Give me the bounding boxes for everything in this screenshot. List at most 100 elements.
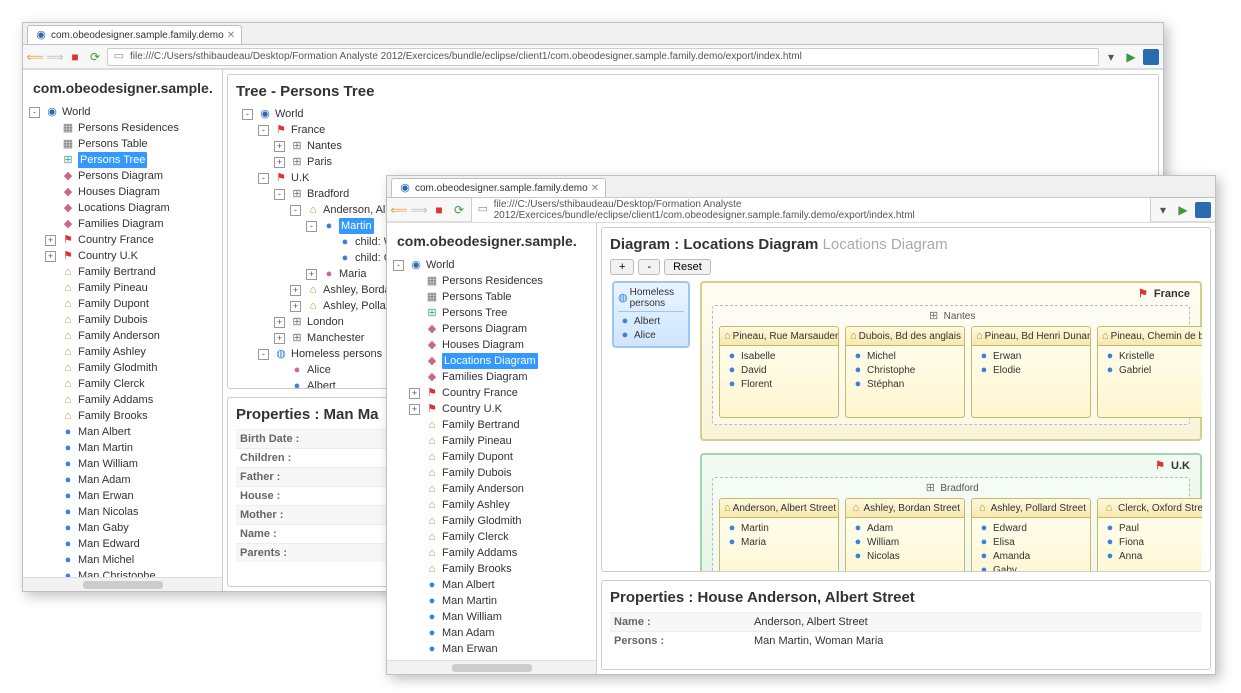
expand-icon[interactable]: + [306, 269, 317, 280]
zoom-in-button[interactable]: + [610, 259, 634, 275]
diagram-person[interactable]: Gaby [977, 563, 1085, 572]
url-dropdown-icon[interactable]: ▾ [1155, 202, 1171, 218]
diagram-person[interactable]: Paul [1103, 521, 1202, 535]
diagram-person[interactable]: Alice [618, 328, 684, 342]
tree-node-world[interactable]: -World [236, 106, 1150, 122]
sidebar-item-family-glodmith[interactable]: Family Glodmith [403, 513, 596, 529]
sidebar-item-houses-diagram[interactable]: Houses Diagram [403, 337, 596, 353]
diagram-house[interactable]: Dubois, Bd des anglaisMichelChristopheSt… [845, 326, 965, 418]
sidebar-item-man-adam[interactable]: Man Adam [403, 625, 596, 641]
forward-icon[interactable]: ⟹ [411, 202, 427, 218]
sidebar-item-man-nicolas[interactable]: Man Nicolas [39, 504, 222, 520]
expand-icon[interactable]: + [274, 333, 285, 344]
sidebar-item-country-uk[interactable]: +Country U.K [39, 248, 222, 264]
sidebar-item-family-dubois[interactable]: Family Dubois [39, 312, 222, 328]
sidebar-item-world[interactable]: -World [387, 257, 596, 273]
diagram-person[interactable]: Amanda [977, 549, 1085, 563]
sidebar-item-country-france[interactable]: +Country France [403, 385, 596, 401]
diagram-canvas[interactable]: Homeless persons AlbertAlice France Nant… [610, 281, 1202, 572]
sidebar-item-family-anderson[interactable]: Family Anderson [39, 328, 222, 344]
diagram-person[interactable]: Isabelle [725, 349, 833, 363]
expand-icon[interactable]: + [45, 251, 56, 262]
sidebar-item-persons-table[interactable]: Persons Table [403, 289, 596, 305]
diagram-person[interactable]: Nicolas [851, 549, 959, 563]
sidebar-item-persons-tree[interactable]: Persons Tree [39, 152, 222, 168]
back-icon[interactable]: ⟸ [391, 202, 407, 218]
sidebar-item-man-erwan[interactable]: Man Erwan [403, 641, 596, 657]
diagram-person[interactable]: Stéphan [851, 377, 959, 391]
sidebar-item-houses-diagram[interactable]: Houses Diagram [39, 184, 222, 200]
collapse-icon[interactable]: - [393, 260, 404, 271]
sidebar-item-family-addams[interactable]: Family Addams [403, 545, 596, 561]
sidebar-item-family-brooks[interactable]: Family Brooks [403, 561, 596, 577]
diagram-person[interactable]: Fiona [1103, 535, 1202, 549]
sidebar-item-family-pineau[interactable]: Family Pineau [403, 433, 596, 449]
diagram-person[interactable]: Christophe [851, 363, 959, 377]
expand-icon[interactable]: + [290, 285, 301, 296]
diagram-house[interactable]: Ashley, Bordan StreetAdamWilliamNicolas [845, 498, 965, 572]
sidebar-item-man-michel[interactable]: Man Michel [39, 552, 222, 568]
sidebar-item-family-bertrand[interactable]: Family Bertrand [39, 264, 222, 280]
sidebar-item-family-pineau[interactable]: Family Pineau [39, 280, 222, 296]
diagram-person[interactable]: Edward [977, 521, 1085, 535]
close-icon[interactable]: ✕ [227, 30, 235, 41]
diagram-city-bradford[interactable]: Bradford Anderson, Albert StreetMartinMa… [712, 477, 1190, 572]
sidebar-item-man-albert[interactable]: Man Albert [39, 424, 222, 440]
sidebar-item-family-clerck[interactable]: Family Clerck [403, 529, 596, 545]
expand-icon[interactable]: + [274, 157, 285, 168]
sidebar-item-family-clerck[interactable]: Family Clerck [39, 376, 222, 392]
sidebar-item-man-william[interactable]: Man William [39, 456, 222, 472]
expand-icon[interactable]: + [274, 141, 285, 152]
diagram-person[interactable]: Anna [1103, 549, 1202, 563]
expand-icon[interactable]: + [290, 301, 301, 312]
collapse-icon[interactable]: - [29, 107, 40, 118]
collapse-icon[interactable]: - [258, 173, 269, 184]
diagram-person[interactable]: Kristelle [1103, 349, 1202, 363]
sidebar-item-man-erwan[interactable]: Man Erwan [39, 488, 222, 504]
scrollbar[interactable] [387, 660, 596, 674]
expand-icon[interactable]: + [45, 235, 56, 246]
collapse-icon[interactable]: - [290, 205, 301, 216]
reset-button[interactable]: Reset [664, 259, 711, 275]
refresh-icon[interactable]: ⟳ [451, 202, 467, 218]
tree-node-paris[interactable]: +Paris [268, 154, 1150, 170]
diagram-house[interactable]: Pineau, Rue MarsauderiesIsabelleDavidFlo… [719, 326, 839, 418]
diagram-homeless-group[interactable]: Homeless persons AlbertAlice [612, 281, 690, 348]
diagram-person[interactable]: Albert [618, 314, 684, 328]
sidebar-item-persons-diagram[interactable]: Persons Diagram [39, 168, 222, 184]
sidebar-item-world[interactable]: -World [23, 104, 222, 120]
sidebar-item-country-france[interactable]: +Country France [39, 232, 222, 248]
sidebar-item-families-diagram[interactable]: Families Diagram [403, 369, 596, 385]
sidebar-item-persons-tree[interactable]: Persons Tree [403, 305, 596, 321]
refresh-icon[interactable]: ⟳ [87, 49, 103, 65]
go-icon[interactable]: ▶ [1175, 202, 1191, 218]
diagram-person[interactable]: Gabriel [1103, 363, 1202, 377]
sidebar-item-locations-diagram[interactable]: Locations Diagram [39, 200, 222, 216]
expand-icon[interactable]: + [409, 388, 420, 399]
sidebar-item-persons-diagram[interactable]: Persons Diagram [403, 321, 596, 337]
sidebar-item-locations-diagram[interactable]: Locations Diagram [403, 353, 596, 369]
diagram-country-uk[interactable]: U.K Bradford Anderson, Albert StreetMart… [700, 453, 1202, 572]
diagram-house[interactable]: Ashley, Pollard StreetEdwardElisaAmandaG… [971, 498, 1091, 572]
editor-tab[interactable]: com.obeodesigner.sample.family.demo ✕ [391, 178, 606, 197]
sidebar-item-man-martin[interactable]: Man Martin [39, 440, 222, 456]
sidebar-item-family-anderson[interactable]: Family Anderson [403, 481, 596, 497]
diagram-person[interactable]: Michel [851, 349, 959, 363]
sidebar-item-family-ashley[interactable]: Family Ashley [403, 497, 596, 513]
sidebar-item-persons-residences[interactable]: Persons Residences [39, 120, 222, 136]
sidebar-item-man-albert[interactable]: Man Albert [403, 577, 596, 593]
diagram-house[interactable]: Clerck, Oxford StreetPaulFionaAnna [1097, 498, 1202, 572]
tree-node-nantes[interactable]: +Nantes [268, 138, 1150, 154]
diagram-person[interactable]: Erwan [977, 349, 1085, 363]
expand-icon[interactable]: + [274, 317, 285, 328]
scrollbar[interactable] [23, 577, 222, 591]
sidebar-item-persons-table[interactable]: Persons Table [39, 136, 222, 152]
diagram-person[interactable]: Adam [851, 521, 959, 535]
app-icon[interactable] [1195, 202, 1211, 218]
sidebar-item-man-edward[interactable]: Man Edward [39, 536, 222, 552]
url-dropdown-icon[interactable]: ▾ [1103, 49, 1119, 65]
sidebar-item-families-diagram[interactable]: Families Diagram [39, 216, 222, 232]
sidebar-item-family-ashley[interactable]: Family Ashley [39, 344, 222, 360]
app-icon[interactable] [1143, 49, 1159, 65]
sidebar-item-family-glodmith[interactable]: Family Glodmith [39, 360, 222, 376]
